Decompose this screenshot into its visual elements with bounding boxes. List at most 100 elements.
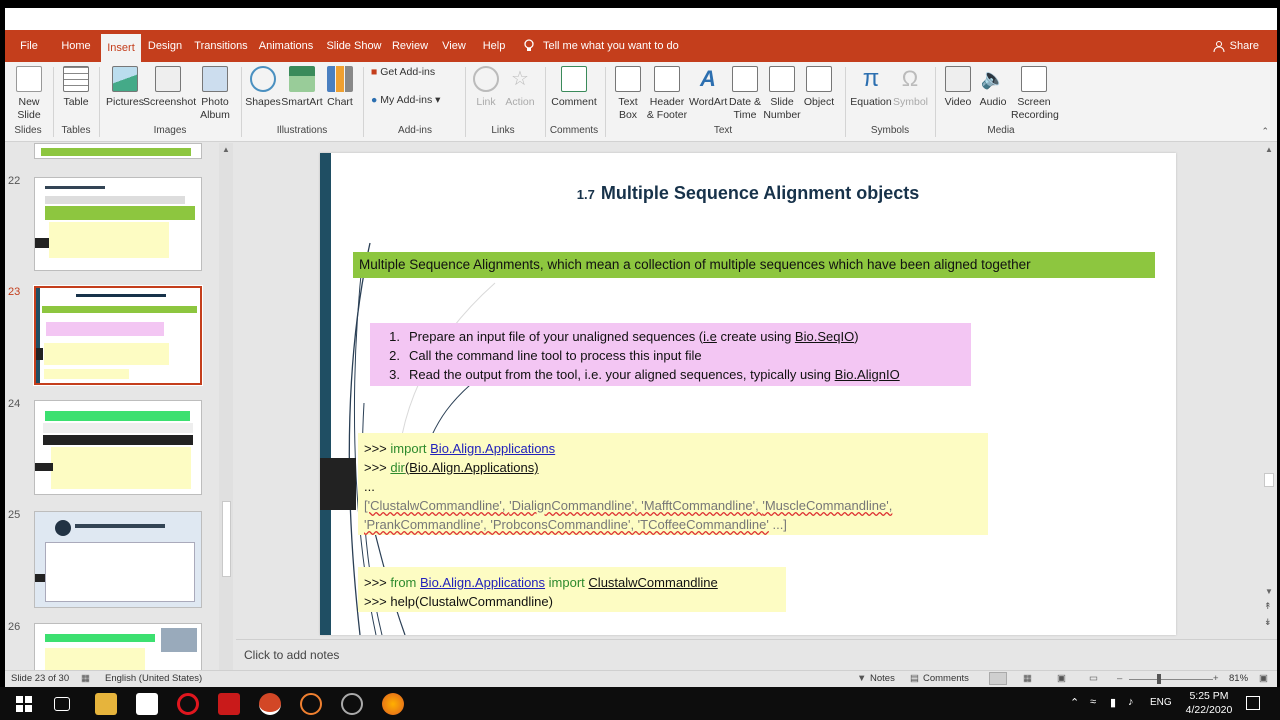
- notes-toggle[interactable]: Notes: [870, 673, 895, 684]
- windows-start-icon[interactable]: [16, 696, 32, 712]
- tab-animations[interactable]: Animations: [257, 30, 315, 62]
- screenshot-button[interactable]: Screenshot: [143, 66, 196, 109]
- tab-slide-show[interactable]: Slide Show: [325, 30, 383, 62]
- my-addins-button[interactable]: ● My Add-ins ▾: [371, 94, 461, 107]
- symbol-button[interactable]: Ω Symbol: [893, 66, 928, 109]
- slide-sorter-icon[interactable]: ▦: [1023, 673, 1032, 684]
- tab-design[interactable]: Design: [145, 30, 185, 62]
- store-icon[interactable]: [136, 693, 158, 715]
- header-footer-button[interactable]: Header & Footer: [645, 66, 689, 122]
- video-button[interactable]: Video: [943, 66, 973, 109]
- tab-view[interactable]: View: [439, 30, 469, 62]
- tab-transitions[interactable]: Transitions: [193, 30, 249, 62]
- link-button[interactable]: Link: [471, 66, 501, 109]
- editor-scroll-thumb[interactable]: [1264, 473, 1274, 487]
- zoom-in-icon[interactable]: +: [1213, 673, 1219, 684]
- battery-icon[interactable]: ▮: [1110, 696, 1116, 709]
- zoom-out-icon[interactable]: –: [1117, 673, 1122, 684]
- previous-slide-icon[interactable]: ↟: [1264, 601, 1272, 612]
- equation-button[interactable]: π Equation: [849, 66, 893, 109]
- comment-button[interactable]: Comment: [551, 66, 597, 109]
- zoom-level[interactable]: 81%: [1229, 673, 1248, 684]
- object-button[interactable]: Object: [801, 66, 837, 109]
- slide-title[interactable]: 1.7 Multiple Sequence Alignment objects: [320, 183, 1176, 204]
- scroll-up-icon[interactable]: ▲: [1265, 145, 1273, 154]
- date-time-button[interactable]: Date & Time: [727, 66, 763, 122]
- tab-file[interactable]: File: [15, 30, 43, 62]
- firefox-icon[interactable]: [382, 693, 404, 715]
- comment-icon: [561, 66, 587, 92]
- slide-thumbnail-26[interactable]: [34, 623, 202, 670]
- slide-counter: Slide 23 of 30: [11, 673, 70, 684]
- code-line: >>> from Bio.Align.Applications import C…: [364, 575, 718, 590]
- next-slide-icon[interactable]: ↡: [1264, 617, 1272, 628]
- action-button[interactable]: ☆ Action: [503, 66, 537, 109]
- omega-icon: Ω: [901, 66, 919, 91]
- fit-to-window-icon[interactable]: ▣: [1259, 673, 1268, 684]
- powerpoint-icon[interactable]: [259, 693, 281, 715]
- zoom-slider-thumb[interactable]: [1157, 674, 1161, 684]
- reading-view-icon[interactable]: ▣: [1057, 673, 1066, 684]
- tray-chevron-icon[interactable]: ⌃: [1070, 696, 1079, 709]
- smartart-button[interactable]: SmartArt: [281, 66, 323, 109]
- pictures-button[interactable]: Pictures: [105, 66, 145, 109]
- tab-insert[interactable]: Insert: [101, 34, 141, 62]
- new-slide-button[interactable]: New Slide: [11, 66, 47, 122]
- normal-view-icon[interactable]: [989, 672, 1007, 685]
- slide-thumbnail-23-selected[interactable]: [33, 285, 203, 386]
- clock-time: 5:25 PM: [1189, 690, 1229, 702]
- thumbnail-scroll-thumb[interactable]: [222, 501, 231, 577]
- sync-app-icon[interactable]: [300, 693, 322, 715]
- taskbar-clock[interactable]: 5:25 PM 4/22/2020: [1178, 689, 1240, 717]
- tab-help[interactable]: Help: [479, 30, 509, 62]
- group-label: Text: [713, 125, 733, 136]
- wordart-button[interactable]: A WordArt: [689, 66, 727, 109]
- object-icon: [806, 66, 832, 92]
- wifi-icon[interactable]: ≈: [1090, 696, 1096, 708]
- zoom-slider[interactable]: [1129, 679, 1213, 680]
- tab-home[interactable]: Home: [57, 30, 95, 62]
- input-language[interactable]: ENG: [1150, 697, 1172, 708]
- code-block-help[interactable]: >>> from Bio.Align.Applications import C…: [358, 567, 786, 612]
- spellcheck-icon[interactable]: ▦: [81, 673, 90, 684]
- slide-number-button[interactable]: Slide Number: [763, 66, 801, 122]
- chart-button[interactable]: Chart: [325, 66, 355, 109]
- language-indicator[interactable]: English (United States): [105, 673, 202, 684]
- comments-toggle[interactable]: Comments: [923, 673, 969, 684]
- acrobat-icon[interactable]: [218, 693, 240, 715]
- task-view-icon[interactable]: [54, 697, 70, 711]
- tab-review[interactable]: Review: [391, 30, 429, 62]
- table-icon: [63, 66, 89, 92]
- browser-icon[interactable]: [341, 693, 363, 715]
- opera-icon[interactable]: [177, 693, 199, 715]
- group-label: Comments: [549, 125, 599, 136]
- slide-thumbnail-25[interactable]: [34, 511, 202, 608]
- definition-banner[interactable]: Multiple Sequence Alignments, which mean…: [353, 252, 1155, 278]
- share-button[interactable]: Share: [1213, 30, 1259, 62]
- slide-thumbnail-24[interactable]: [34, 400, 202, 495]
- slide-thumbnail-22[interactable]: [34, 177, 202, 271]
- slide-number-label: 25: [8, 509, 21, 521]
- group-label: Images: [153, 125, 187, 136]
- notifications-icon[interactable]: [1246, 696, 1260, 710]
- code-block-dir[interactable]: >>> import Bio.Align.Applications >>> di…: [358, 433, 988, 535]
- tell-me-box[interactable]: Tell me what you want to do: [523, 30, 679, 62]
- collapse-ribbon-icon[interactable]: ⌃: [1261, 126, 1269, 137]
- steps-list[interactable]: 1. Prepare an input file of your unaligne…: [370, 323, 971, 386]
- table-button[interactable]: Table: [59, 66, 93, 109]
- audio-button[interactable]: 🔈 Audio: [977, 66, 1009, 109]
- slideshow-icon[interactable]: ▭: [1089, 673, 1098, 684]
- thumbnail-scrollbar[interactable]: ▲: [219, 143, 233, 670]
- photo-album-button[interactable]: Photo Album: [195, 66, 235, 122]
- editor-scrollbar[interactable]: ▲ ▼ ↟ ↡: [1261, 143, 1277, 639]
- text-box-button[interactable]: Text Box: [613, 66, 643, 122]
- slide-thumbnail[interactable]: [34, 143, 202, 159]
- screen-recording-button[interactable]: Screen Recording: [1011, 66, 1059, 122]
- file-explorer-icon[interactable]: [95, 693, 117, 715]
- scroll-up-icon[interactable]: ▲: [222, 145, 230, 154]
- volume-icon[interactable]: ♪: [1128, 696, 1134, 708]
- get-addins-button[interactable]: ■ Get Add-ins: [371, 66, 451, 79]
- shapes-button[interactable]: Shapes: [245, 66, 281, 109]
- scroll-down-icon[interactable]: ▼: [1265, 587, 1273, 596]
- notes-pane[interactable]: Click to add notes: [236, 639, 1277, 670]
